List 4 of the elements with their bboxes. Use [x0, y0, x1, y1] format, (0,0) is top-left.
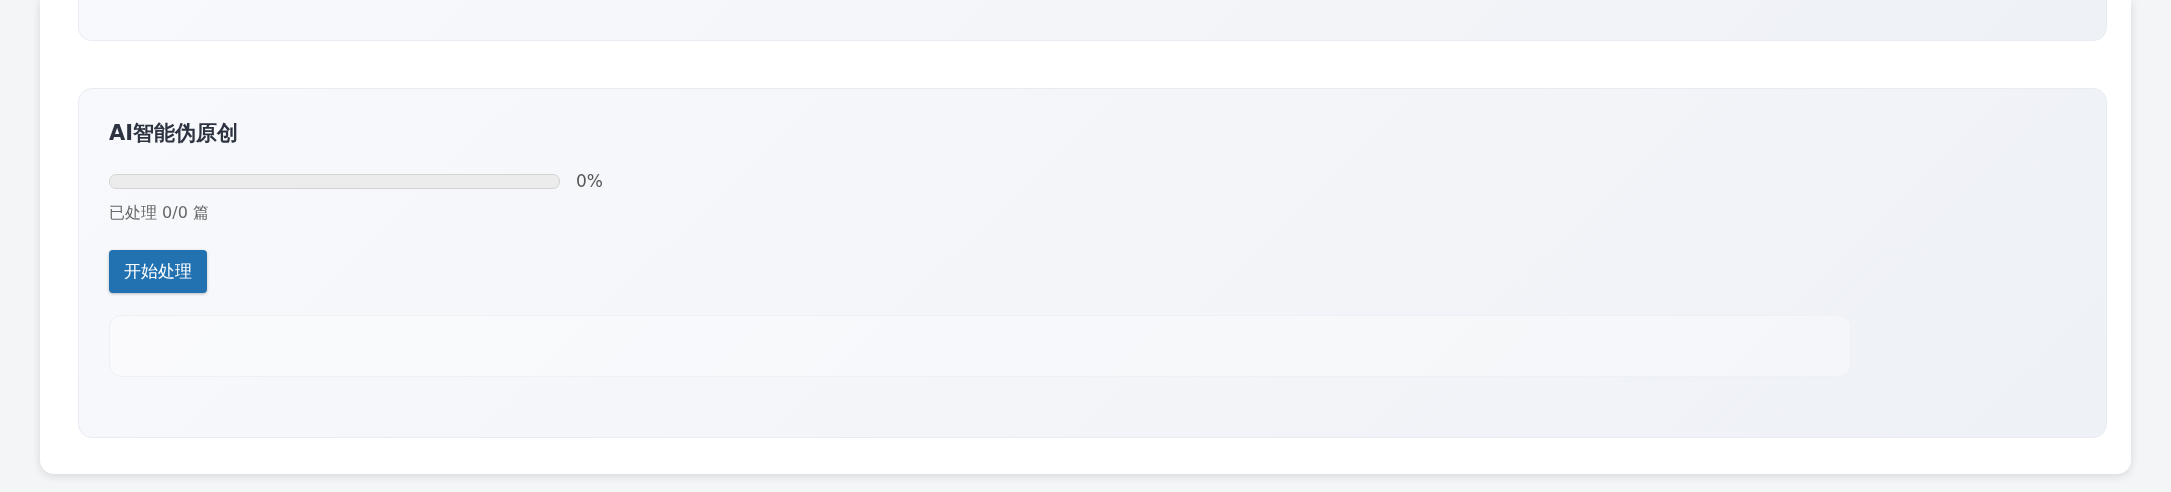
section-title: AI智能伪原创: [109, 120, 240, 147]
progress-percent: 0%: [576, 171, 603, 191]
start-button[interactable]: 开始处理: [109, 250, 207, 293]
status-text: 已处理 0/0 篇: [109, 203, 210, 224]
